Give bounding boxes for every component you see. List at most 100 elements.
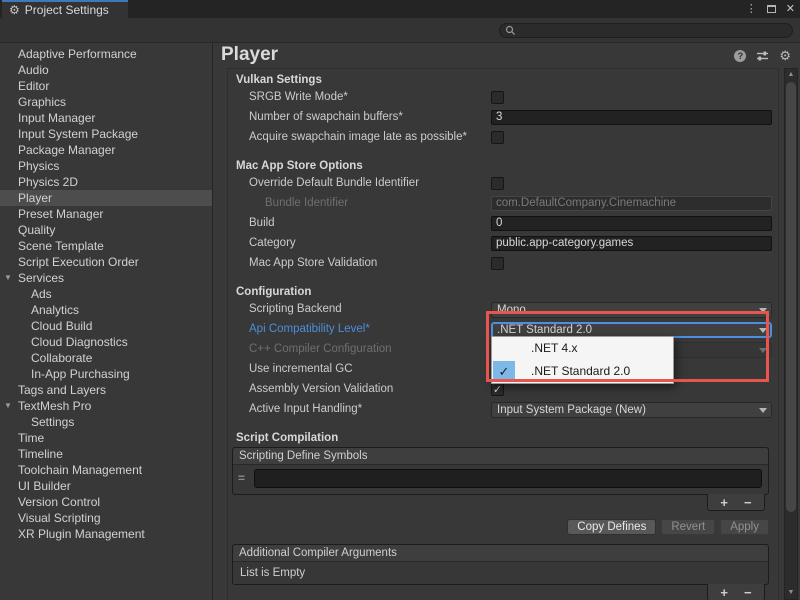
sidebar-item-label: Audio [18, 63, 49, 77]
dropdown-value: .NET Standard 2.0 [497, 324, 592, 336]
sidebar-item-package-manager[interactable]: Package Manager [0, 142, 212, 158]
add-button[interactable]: + [720, 586, 728, 599]
additional-compiler-arguments-box: Additional Compiler Arguments List is Em… [232, 544, 769, 585]
sidebar-item-services[interactable]: ▼ Services [0, 270, 212, 286]
vertical-scrollbar[interactable]: ▲ ▼ [784, 68, 798, 600]
section-header-configuration: Configuration [228, 284, 778, 300]
window-menu-icon[interactable]: ⋮ [746, 4, 757, 15]
row-label: Use incremental GC [249, 363, 353, 375]
window-controls: ⋮ ✕ [746, 0, 795, 18]
sidebar-item-label: XR Plugin Management [18, 527, 145, 541]
row-label: SRGB Write Mode* [249, 91, 348, 103]
list-box-header: Scripting Define Symbols [233, 448, 768, 465]
add-button[interactable]: + [720, 496, 728, 509]
sidebar-item-input-manager[interactable]: Input Manager [0, 110, 212, 126]
foldout-chevron-icon[interactable]: ▼ [4, 398, 12, 414]
chevron-down-icon [759, 348, 767, 353]
sidebar-item-label: Version Control [18, 495, 100, 509]
sidebar-item-preset-manager[interactable]: Preset Manager [0, 206, 212, 222]
sidebar-item-ads[interactable]: Ads [0, 286, 212, 302]
checkbox-mac-app-store-validation[interactable] [491, 257, 504, 270]
sidebar-item-xr-plugin-management[interactable]: XR Plugin Management [0, 526, 212, 542]
sidebar-item-label: Script Execution Order [18, 255, 139, 269]
sidebar-item-in-app-purchasing[interactable]: In-App Purchasing [0, 366, 212, 382]
field-build[interactable]: 0 [491, 216, 772, 231]
scroll-up-icon[interactable]: ▲ [785, 70, 797, 80]
settings-row-srgb-write-mode: SRGB Write Mode* [228, 88, 778, 108]
define-symbols-input[interactable] [254, 469, 762, 488]
api-compatibility-dropdown-popup: .NET 4.x ✓ .NET Standard 2.0 [491, 336, 674, 384]
sidebar-item-label: Input Manager [18, 111, 95, 125]
popup-option-net-standard-2-0[interactable]: ✓ .NET Standard 2.0 [492, 360, 673, 383]
sidebar-item-collaborate[interactable]: Collaborate [0, 350, 212, 366]
close-icon[interactable]: ✕ [786, 4, 795, 15]
sidebar-item-label: Services [18, 271, 64, 285]
search-input[interactable] [519, 25, 769, 37]
search-box[interactable] [499, 23, 793, 38]
checkbox-acquire-swapchain-image-late-as-possible[interactable] [491, 131, 504, 144]
checkbox-srgb-write-mode[interactable] [491, 91, 504, 104]
tab-project-settings[interactable]: ⚙ Project Settings [2, 0, 128, 18]
sidebar-item-label: Timeline [18, 447, 63, 461]
scrollbar-thumb[interactable] [786, 82, 796, 512]
row-label: Mac App Store Validation [249, 257, 377, 269]
row-label: Number of swapchain buffers* [249, 111, 403, 123]
sidebar-item-label: Tags and Layers [18, 383, 106, 397]
copy-defines-button[interactable]: Copy Defines [567, 519, 656, 535]
sidebar-item-physics[interactable]: Physics [0, 158, 212, 174]
sidebar-item-label: Adaptive Performance [18, 47, 137, 61]
drag-handle-icon[interactable]: = [238, 472, 245, 484]
settings-row-acquire-swapchain-image-late-as-possible: Acquire swapchain image late as possible… [228, 128, 778, 148]
sidebar-item-visual-scripting[interactable]: Visual Scripting [0, 510, 212, 526]
sidebar-item-cloud-diagnostics[interactable]: Cloud Diagnostics [0, 334, 212, 350]
sidebar-item-label: Visual Scripting [18, 511, 101, 525]
checkbox-assembly-version-validation[interactable]: ✓ [491, 383, 504, 396]
sidebar-item-time[interactable]: Time [0, 430, 212, 446]
sidebar-item-toolchain-management[interactable]: Toolchain Management [0, 462, 212, 478]
maximize-icon[interactable] [767, 5, 776, 13]
apply-button[interactable]: Apply [720, 519, 769, 535]
remove-button[interactable]: − [744, 496, 752, 509]
field-number-of-swapchain-buffers[interactable]: 3 [491, 110, 772, 125]
settings-row-category: Categorypublic.app-category.games [228, 234, 778, 254]
sidebar-item-quality[interactable]: Quality [0, 222, 212, 238]
sidebar-item-graphics[interactable]: Graphics [0, 94, 212, 110]
sidebar-item-script-execution-order[interactable]: Script Execution Order [0, 254, 212, 270]
sidebar-item-label: Settings [31, 415, 74, 429]
remove-button[interactable]: − [744, 586, 752, 599]
settings-gear-icon[interactable]: ⚙ [779, 49, 791, 62]
presets-icon[interactable] [756, 50, 769, 62]
sidebar-item-label: Editor [18, 79, 49, 93]
sidebar-item-version-control[interactable]: Version Control [0, 494, 212, 510]
dropdown-active-input-handling[interactable]: Input System Package (New) [491, 402, 772, 418]
checkbox-override-default-bundle-identifier[interactable] [491, 177, 504, 190]
dropdown-scripting-backend[interactable]: Mono [491, 302, 772, 318]
scroll-down-icon[interactable]: ▼ [785, 588, 797, 598]
window-body: Adaptive PerformanceAudioEditorGraphicsI… [0, 43, 800, 600]
sidebar-item-cloud-build[interactable]: Cloud Build [0, 318, 212, 334]
revert-button[interactable]: Revert [661, 519, 715, 535]
sidebar-item-player[interactable]: Player [0, 190, 212, 206]
help-icon[interactable]: ? [734, 50, 746, 62]
sidebar-item-audio[interactable]: Audio [0, 62, 212, 78]
sidebar-item-timeline[interactable]: Timeline [0, 446, 212, 462]
row-label: Bundle Identifier [265, 197, 348, 209]
settings-sidebar: Adaptive PerformanceAudioEditorGraphicsI… [0, 43, 213, 600]
sidebar-item-input-system-package[interactable]: Input System Package [0, 126, 212, 142]
settings-row-override-default-bundle-identifier: Override Default Bundle Identifier [228, 174, 778, 194]
field-category[interactable]: public.app-category.games [491, 236, 772, 251]
foldout-chevron-icon[interactable]: ▼ [4, 270, 12, 286]
sidebar-item-tags-and-layers[interactable]: Tags and Layers [0, 382, 212, 398]
popup-option-net-4x[interactable]: .NET 4.x [492, 337, 673, 360]
sidebar-item-editor[interactable]: Editor [0, 78, 212, 94]
sidebar-item-analytics[interactable]: Analytics [0, 302, 212, 318]
dropdown-value: Mono [497, 304, 526, 316]
sidebar-item-scene-template[interactable]: Scene Template [0, 238, 212, 254]
sidebar-item-physics-2d[interactable]: Physics 2D [0, 174, 212, 190]
sidebar-item-ui-builder[interactable]: UI Builder [0, 478, 212, 494]
list-footer: + − [707, 584, 765, 600]
sidebar-item-textmesh-pro[interactable]: ▼TextMesh Pro [0, 398, 212, 414]
field-bundle-identifier[interactable]: com.DefaultCompany.Cinemachine [491, 196, 772, 211]
sidebar-item-adaptive-performance[interactable]: Adaptive Performance [0, 46, 212, 62]
sidebar-item-settings[interactable]: Settings [0, 414, 212, 430]
